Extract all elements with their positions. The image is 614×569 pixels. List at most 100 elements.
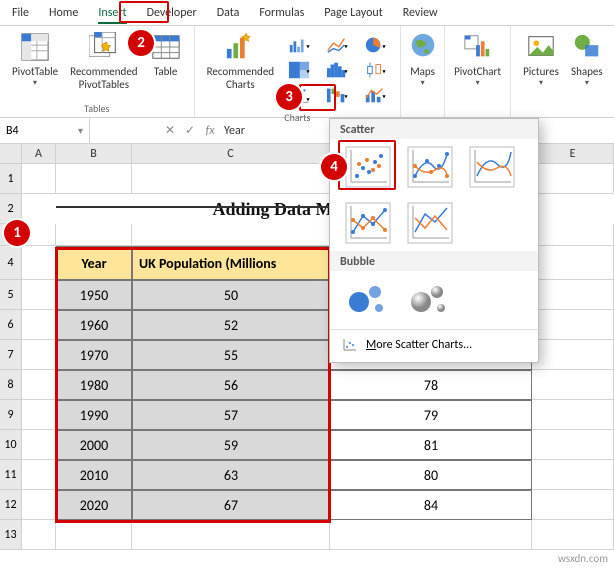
scatter-smooth-markers-option[interactable] — [402, 143, 458, 191]
cell[interactable]: 2020 — [56, 490, 132, 520]
boxwhisker-button[interactable]: ▾ — [358, 58, 392, 82]
row-header[interactable]: 10 — [0, 430, 22, 460]
row-8: 8 19805678 — [0, 370, 614, 400]
select-all-corner[interactable] — [0, 144, 22, 163]
scatter-icon — [342, 338, 358, 352]
recommended-charts-icon — [224, 31, 256, 63]
row-header[interactable]: 13 — [0, 520, 22, 550]
cell[interactable]: 59 — [132, 430, 330, 460]
cell[interactable]: 1960 — [56, 310, 132, 340]
cell[interactable]: 84 — [330, 490, 532, 520]
col-header-c[interactable]: C — [132, 144, 330, 163]
cell[interactable]: 78 — [330, 370, 532, 400]
scatter-smooth-lines-option[interactable] — [464, 143, 520, 191]
col-header-a[interactable]: A — [22, 144, 56, 163]
svg-text:▾: ▾ — [306, 68, 309, 76]
cell[interactable]: 79 — [330, 400, 532, 430]
row-9: 9 19905779 — [0, 400, 614, 430]
recommended-pivottables-icon — [88, 31, 120, 63]
tab-page-layout[interactable]: Page Layout — [314, 2, 392, 23]
group-maps: Maps ▾ — [401, 26, 445, 117]
row-11: 11 20106380 — [0, 460, 614, 490]
header-uk[interactable]: UK Population (Millions — [132, 246, 330, 280]
chevron-down-icon: ▾ — [33, 78, 37, 88]
pivottable-button[interactable]: PivotTable ▾ — [6, 29, 64, 91]
annotation-box-scatter-button — [299, 84, 336, 111]
combo-chart-button[interactable]: ▾ — [358, 83, 392, 107]
tab-data[interactable]: Data — [207, 2, 250, 23]
scatter-straight-markers-option[interactable] — [340, 199, 396, 247]
dropdown-section-bubble: Bubble — [330, 251, 538, 271]
tab-formulas[interactable]: Formulas — [249, 2, 314, 23]
cell[interactable]: 67 — [132, 490, 330, 520]
cell[interactable]: 2010 — [56, 460, 132, 490]
cell[interactable]: 1950 — [56, 280, 132, 310]
cell[interactable]: 56 — [132, 370, 330, 400]
line-chart-button[interactable]: ▾ — [320, 33, 354, 57]
cell[interactable]: 1990 — [56, 400, 132, 430]
chevron-down-icon: ▾ — [421, 78, 425, 88]
bubble-3d-option[interactable] — [402, 275, 458, 323]
cell[interactable]: 81 — [330, 430, 532, 460]
row-header[interactable]: 7 — [0, 340, 22, 370]
globe-icon — [407, 31, 439, 63]
chevron-down-icon: ▾ — [78, 124, 83, 137]
cell[interactable]: 63 — [132, 460, 330, 490]
maps-label: Maps — [410, 65, 435, 78]
shapes-label: Shapes — [571, 65, 603, 78]
recommended-charts-button[interactable]: Recommended Charts — [201, 29, 280, 91]
rec-ch-l2: Charts — [226, 78, 255, 91]
row-header[interactable]: 8 — [0, 370, 22, 400]
row-header[interactable]: 5 — [0, 280, 22, 310]
maps-button[interactable]: Maps ▾ — [401, 29, 445, 88]
row-header[interactable]: 4 — [0, 246, 22, 280]
ribbon-tabs: File Home Insert Developer Data Formulas… — [0, 0, 614, 26]
histogram-button[interactable]: ▾ — [320, 58, 354, 82]
tab-home[interactable]: Home — [39, 2, 88, 23]
pivotchart-button[interactable]: PivotChart ▾ — [448, 29, 507, 88]
name-box[interactable]: B4 ▾ — [0, 118, 90, 143]
more-scatter-charts-link[interactable]: More Scatter Charts... — [330, 332, 538, 358]
rec-pt-l2: PivotTables — [79, 78, 129, 91]
cell[interactable]: 57 — [132, 400, 330, 430]
pictures-button[interactable]: Pictures ▾ — [517, 29, 565, 88]
annotation-badge-1: 1 — [4, 220, 30, 246]
pie-chart-button[interactable]: ▾ — [358, 33, 392, 57]
row-header[interactable]: 12 — [0, 490, 22, 520]
row-header[interactable]: 6 — [0, 310, 22, 340]
row-header[interactable]: 11 — [0, 460, 22, 490]
bubble-option[interactable] — [340, 275, 396, 323]
enter-formula-icon[interactable]: ✓ — [180, 123, 200, 138]
svg-text:▾: ▾ — [344, 43, 347, 51]
dropdown-section-scatter: Scatter — [330, 119, 538, 139]
tab-review[interactable]: Review — [393, 2, 448, 23]
row-header[interactable]: 9 — [0, 400, 22, 430]
col-header-b[interactable]: B — [56, 144, 132, 163]
cell[interactable]: 55 — [132, 340, 330, 370]
tab-file[interactable]: File — [2, 2, 39, 23]
shapes-icon — [571, 31, 603, 63]
annotation-badge-2: 2 — [128, 30, 154, 56]
scatter-straight-lines-option[interactable] — [402, 199, 458, 247]
svg-text:▾: ▾ — [344, 68, 347, 76]
column-chart-button[interactable]: ▾ — [282, 33, 316, 57]
chevron-down-icon: ▾ — [585, 78, 589, 88]
more-link-text: More Scatter Charts... — [366, 338, 472, 352]
header-year[interactable]: Year — [56, 246, 132, 280]
shapes-button[interactable]: Shapes ▾ — [565, 29, 609, 88]
cancel-formula-icon[interactable]: ✕ — [160, 123, 180, 138]
cell[interactable]: 50 — [132, 280, 330, 310]
treemap-button[interactable]: ▾ — [282, 58, 316, 82]
cell[interactable]: 1980 — [56, 370, 132, 400]
cell[interactable]: 52 — [132, 310, 330, 340]
cell[interactable]: 1970 — [56, 340, 132, 370]
row-header[interactable]: 1 — [0, 164, 22, 194]
table-label: Table — [154, 65, 178, 78]
group-tables: PivotTable ▾ Recommended PivotTables Tab… — [0, 26, 195, 117]
cell[interactable]: 2000 — [56, 430, 132, 460]
cell[interactable]: 80 — [330, 460, 532, 490]
fx-icon[interactable]: fx — [200, 124, 220, 138]
col-header-e[interactable]: E — [532, 144, 614, 163]
svg-text:▾: ▾ — [344, 93, 347, 101]
group-tables-label: Tables — [84, 102, 109, 115]
